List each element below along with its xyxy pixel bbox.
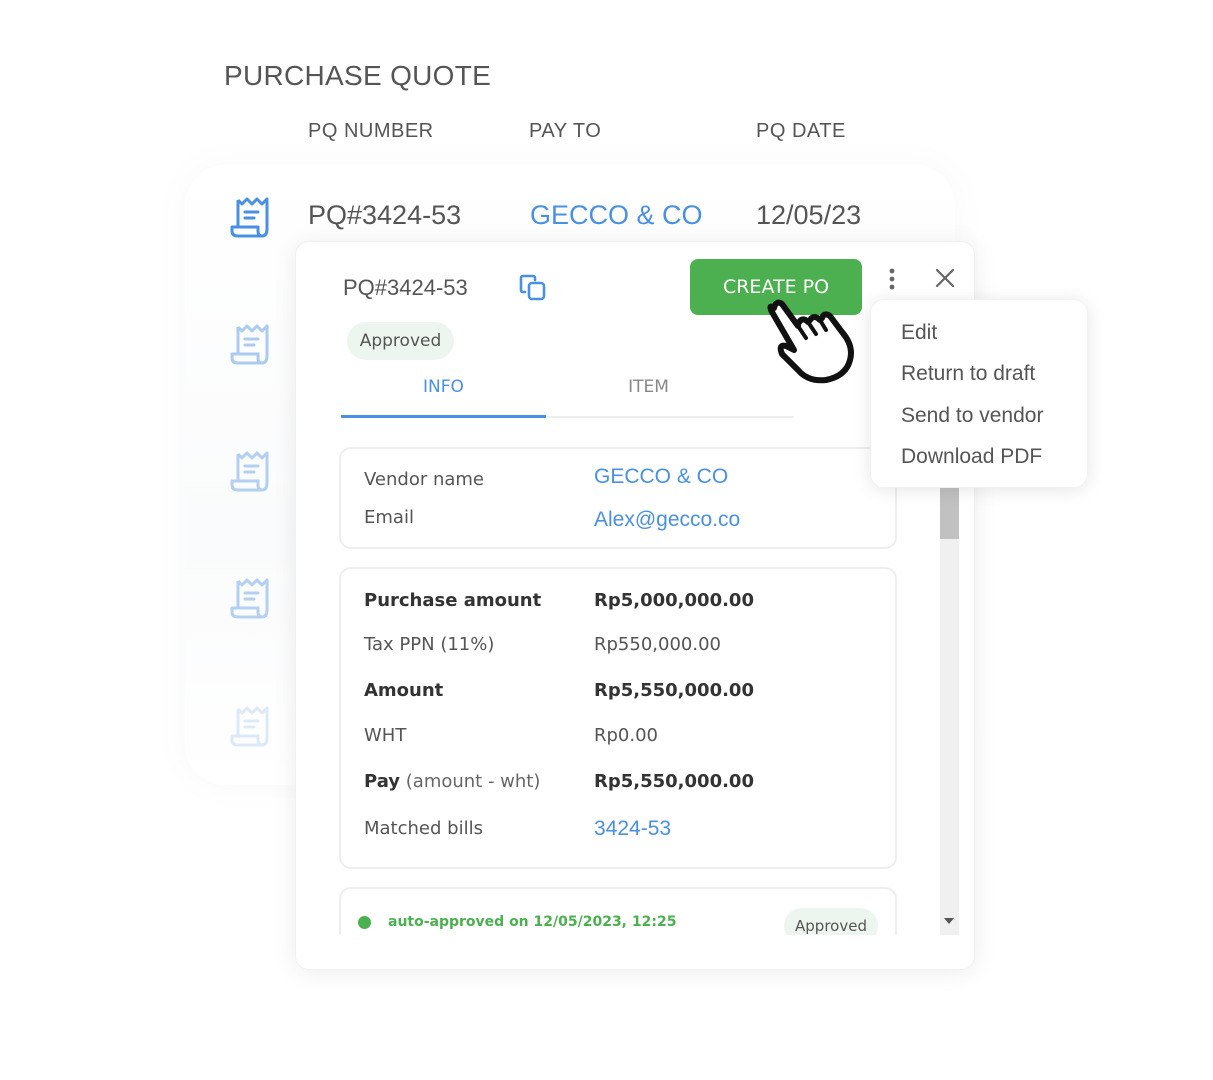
amount-label: Amount (364, 680, 444, 701)
pay-label-suffix: (amount - wht) (400, 771, 541, 792)
pay-label: Pay (amount - wht) (364, 771, 540, 792)
row-pq-number[interactable]: PQ#3424-53 (308, 200, 461, 231)
column-header-pay-to[interactable]: PAY TO (529, 120, 601, 143)
panel-pq-number: PQ#3424-53 (343, 275, 468, 300)
tab-info[interactable]: INFO (341, 377, 546, 397)
receipt-icon[interactable] (228, 576, 274, 622)
purchase-amount-label: Purchase amount (364, 590, 542, 611)
approval-status-dot (358, 916, 371, 929)
scrollbar-track[interactable] (940, 487, 959, 935)
pay-label-strong: Pay (364, 771, 401, 792)
tab-active-indicator (341, 415, 546, 418)
email-label: Email (364, 507, 414, 528)
receipt-icon[interactable] (228, 322, 274, 368)
wht-value: Rp0.00 (594, 725, 659, 746)
hand-pointer-cursor-icon (767, 299, 854, 384)
pay-value: Rp5,550,000.00 (594, 771, 754, 792)
column-header-pq-date[interactable]: PQ DATE (756, 120, 846, 143)
amount-value: Rp5,550,000.00 (594, 680, 754, 701)
tax-value: Rp550,000.00 (594, 634, 721, 655)
receipt-icon[interactable] (228, 704, 274, 750)
copy-icon[interactable] (518, 272, 550, 304)
scroll-down-arrow-icon[interactable] (944, 918, 954, 924)
menu-item-send-to-vendor[interactable]: Send to vendor (901, 404, 1043, 428)
matched-bills-label: Matched bills (364, 818, 483, 839)
vendor-email-link[interactable]: Alex@gecco.co (594, 508, 740, 532)
row-pay-to-link[interactable]: GECCO & CO (530, 200, 703, 231)
menu-item-return-to-draft[interactable]: Return to draft (901, 362, 1035, 386)
tax-label: Tax PPN (11%) (364, 634, 495, 655)
page-title: PURCHASE QUOTE (224, 60, 492, 91)
receipt-icon (230, 197, 269, 238)
receipt-icon[interactable] (228, 449, 274, 495)
scrollbar-thumb[interactable] (940, 487, 959, 539)
vendor-name-link[interactable]: GECCO & CO (594, 465, 728, 489)
menu-item-download-pdf[interactable]: Download PDF (901, 445, 1042, 469)
panel-footer (296, 935, 974, 969)
more-vertical-icon[interactable] (882, 266, 902, 292)
vendor-name-label: Vendor name (364, 469, 485, 490)
tab-item[interactable]: ITEM (546, 377, 751, 397)
vendor-info-card (339, 447, 897, 549)
approval-text: auto-approved on 12/05/2023, 12:25 (388, 914, 677, 930)
column-header-pq-number[interactable]: PQ NUMBER (308, 120, 434, 143)
wht-label: WHT (364, 725, 407, 746)
matched-bills-link[interactable]: 3424-53 (594, 817, 671, 841)
status-badge: Approved (347, 322, 454, 360)
purchase-amount-value: Rp5,000,000.00 (594, 590, 754, 611)
close-icon[interactable] (933, 266, 957, 290)
menu-item-edit[interactable]: Edit (901, 321, 937, 345)
row-pq-date: 12/05/23 (756, 200, 862, 230)
